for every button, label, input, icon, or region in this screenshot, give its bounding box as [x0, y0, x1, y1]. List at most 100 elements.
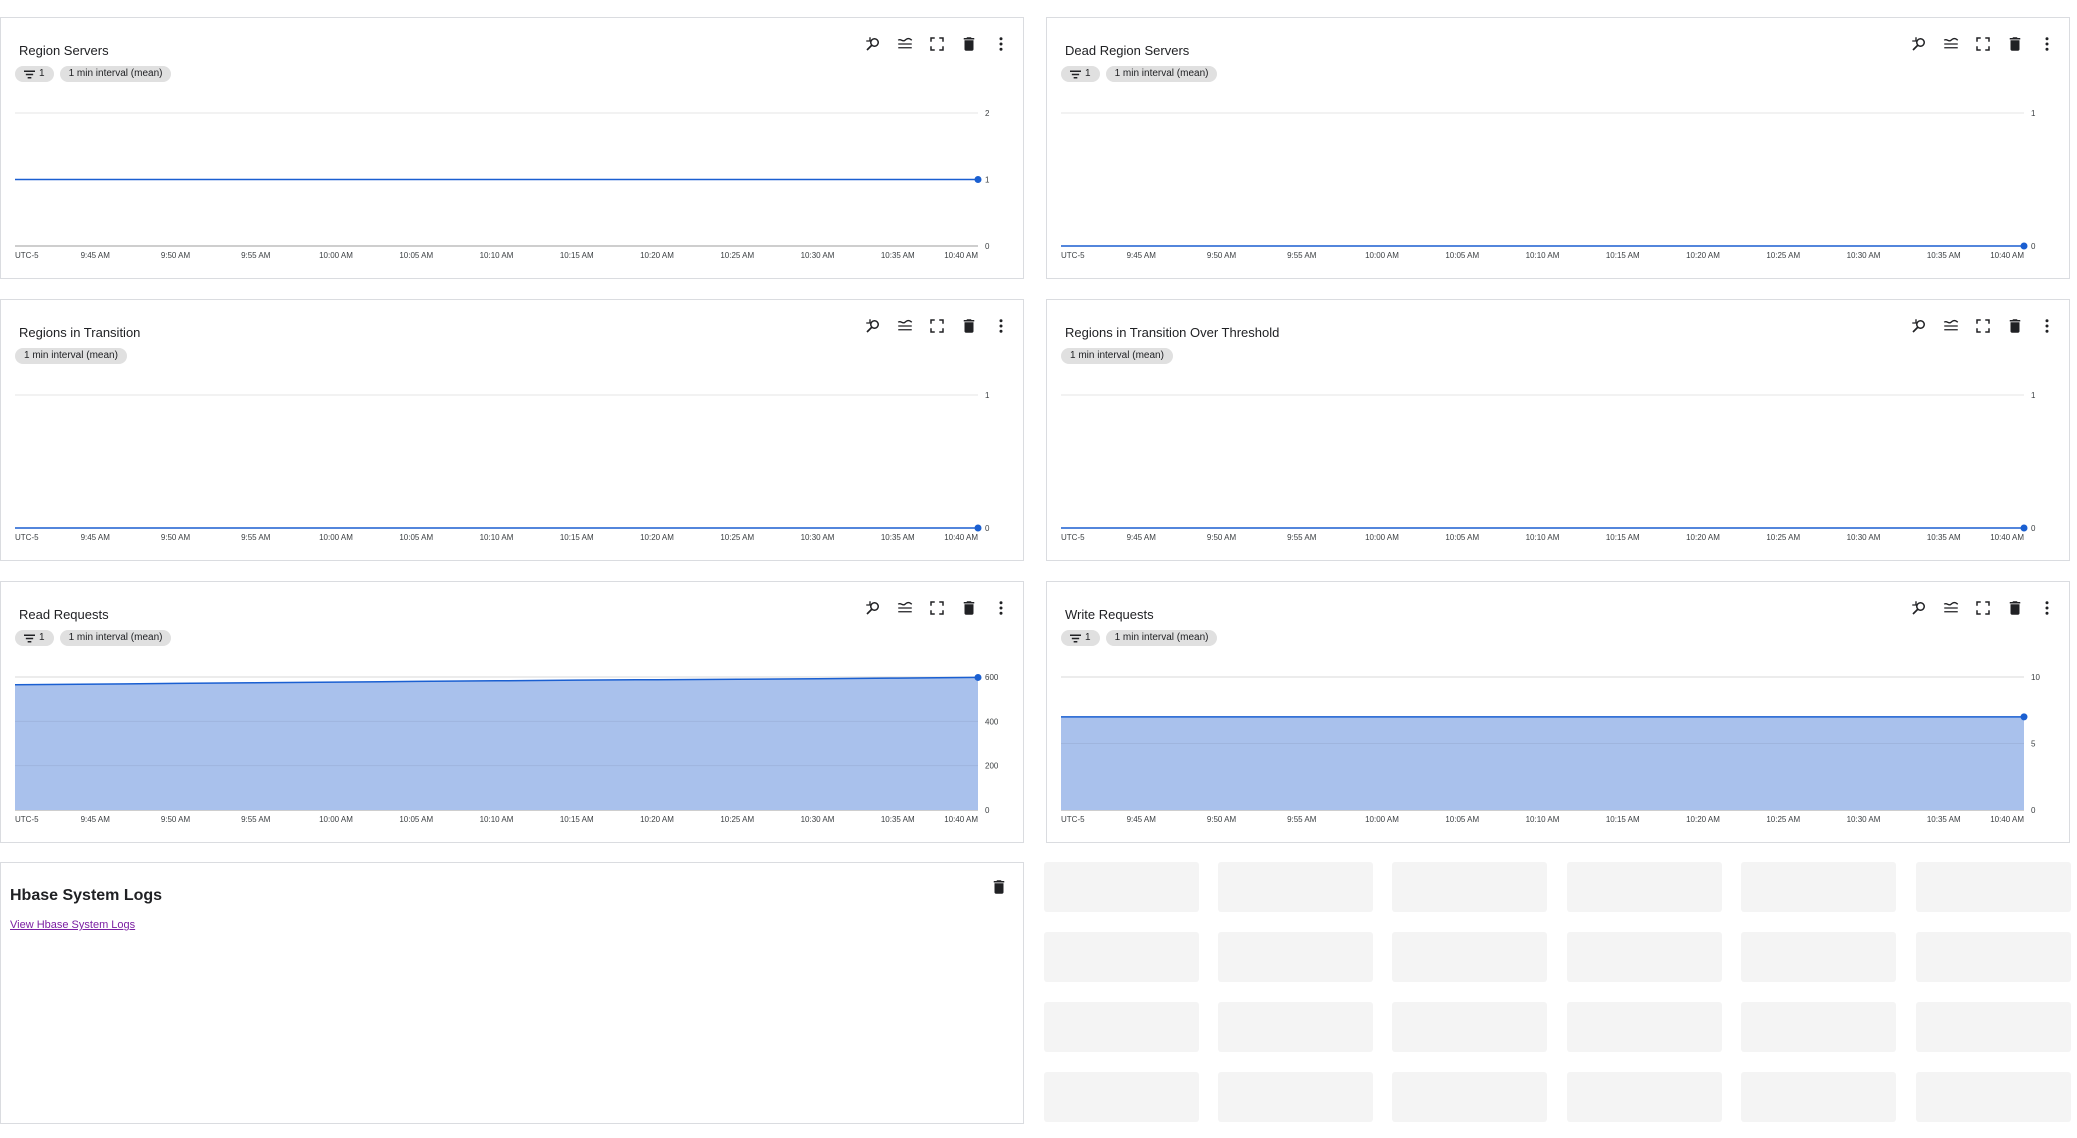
x-tick-label: 10:00 AM [319, 251, 353, 260]
x-tick-label: 10:00 AM [1365, 533, 1399, 542]
x-tick-label: 9:50 AM [161, 815, 191, 824]
x-tick-label: 9:55 AM [241, 533, 271, 542]
chart-card: Region Servers 1 1 min interval (mean) 0 1 2 U… [0, 17, 1024, 279]
x-tick-label: 10:15 AM [1606, 251, 1640, 260]
y-tick-label: 0 [985, 242, 990, 251]
x-tick-label: 10:10 AM [1526, 815, 1560, 824]
x-tick-label: 10:25 AM [720, 815, 754, 824]
x-tick-label: 10:05 AM [1445, 533, 1479, 542]
x-tick-label: 10:10 AM [1526, 533, 1560, 542]
latest-point [974, 673, 982, 681]
chart-plot[interactable]: 0 1 UTC-5 9:45 AM 9:50 AM 9:55 AM 10:00 AM 10:0… [1047, 18, 2071, 280]
x-tick-label: 10:15 AM [560, 251, 594, 260]
x-tick-label: 10:20 AM [640, 533, 674, 542]
x-tick-label: 10:35 AM [1927, 815, 1961, 824]
delete-icon[interactable] [987, 875, 1011, 899]
x-tick-label: 10:30 AM [1847, 251, 1881, 260]
skeleton-block [1567, 1002, 1722, 1052]
x-tick-label: 9:55 AM [1287, 815, 1317, 824]
x-tick-label: 9:50 AM [1207, 533, 1237, 542]
x-tick-label: 10:10 AM [1526, 251, 1560, 260]
x-tick-label: 9:55 AM [241, 815, 271, 824]
skeleton-block [1392, 862, 1547, 912]
latest-point [2020, 524, 2028, 532]
chart-plot[interactable]: 0 200 400 600 UTC-5 9:45 AM 9:50 AM 9:55 AM 10:0… [1, 582, 1025, 844]
x-tick-label: 10:35 AM [881, 533, 915, 542]
x-tick-label: 10:25 AM [720, 251, 754, 260]
skeleton-block [1567, 932, 1722, 982]
y-tick-label: 400 [985, 717, 999, 726]
latest-point [2020, 713, 2028, 721]
x-tick-label: 9:50 AM [161, 251, 191, 260]
chart-card: Dead Region Servers 1 1 min interval (mean… [1046, 17, 2070, 279]
skeleton-block [1916, 862, 2071, 912]
x-tick-label: 10:00 AM [1365, 251, 1399, 260]
skeleton-block [1741, 1072, 1896, 1122]
skeleton-block [1916, 1002, 2071, 1052]
chart-card: Write Requests 1 1 min interval (mean) 0 5 10… [1046, 581, 2070, 843]
chart-plot[interactable]: 0 1 UTC-5 9:45 AM 9:50 AM 9:55 AM 10:00 AM 10:0… [1, 300, 1025, 562]
x-tick-label: 9:55 AM [241, 251, 271, 260]
x-tick-label: 10:15 AM [560, 533, 594, 542]
x-tick-label: 10:40 AM [1990, 533, 2024, 542]
y-tick-label: 10 [2031, 673, 2040, 682]
y-tick-label: 1 [2031, 391, 2036, 400]
y-tick-label: 200 [985, 762, 999, 771]
chart-plot[interactable]: 0 1 UTC-5 9:45 AM 9:50 AM 9:55 AM 10:00 AM 10:0… [1047, 300, 2071, 562]
x-tick-label: 10:30 AM [801, 815, 835, 824]
x-tick-label: 10:30 AM [801, 533, 835, 542]
series-area [1061, 716, 2024, 810]
y-tick-label: 1 [985, 391, 990, 400]
skeleton-block [1044, 1002, 1199, 1052]
x-tick-label: 10:25 AM [1766, 533, 1800, 542]
x-tick-label: 10:35 AM [881, 251, 915, 260]
x-tick-label: 10:15 AM [1606, 815, 1640, 824]
x-tick-label: UTC-5 [1061, 815, 1085, 824]
skeleton-block [1567, 862, 1722, 912]
x-tick-label: 10:10 AM [480, 533, 514, 542]
skeleton-block [1044, 932, 1199, 982]
x-tick-label: 10:10 AM [480, 815, 514, 824]
chart-card: Regions in Transition 1 min interval (mea… [0, 299, 1024, 561]
x-tick-label: 10:25 AM [1766, 251, 1800, 260]
latest-point [974, 176, 982, 183]
skeleton-block [1392, 932, 1547, 982]
chart-plot[interactable]: 0 1 2 UTC-5 9:45 AM 9:50 AM 9:55 AM 10:00 AM 10:… [1, 18, 1025, 280]
x-tick-label: 10:30 AM [801, 251, 835, 260]
x-tick-label: 9:45 AM [81, 251, 111, 260]
chart-plot[interactable]: 0 5 10 UTC-5 9:45 AM 9:50 AM 9:55 AM 10:00 AM 10… [1047, 582, 2071, 844]
x-tick-label: UTC-5 [15, 815, 39, 824]
y-tick-label: 1 [985, 176, 990, 185]
x-tick-label: 10:40 AM [1990, 251, 2024, 260]
x-tick-label: 10:05 AM [1445, 251, 1479, 260]
chart-card: Regions in Transition Over Threshold 1 mi… [1046, 299, 2070, 561]
x-tick-label: 10:35 AM [1927, 533, 1961, 542]
x-tick-label: 10:40 AM [944, 533, 978, 542]
skeleton-block [1392, 1072, 1547, 1122]
x-tick-label: 10:10 AM [480, 251, 514, 260]
x-tick-label: 9:45 AM [81, 533, 111, 542]
x-tick-label: 10:20 AM [1686, 815, 1720, 824]
x-tick-label: 9:50 AM [1207, 251, 1237, 260]
skeleton-block [1218, 862, 1373, 912]
x-tick-label: 9:45 AM [1127, 533, 1157, 542]
x-tick-label: 10:15 AM [560, 815, 594, 824]
y-tick-label: 0 [985, 806, 990, 815]
skeleton-block [1218, 1002, 1373, 1052]
x-tick-label: 10:30 AM [1847, 815, 1881, 824]
x-tick-label: 9:45 AM [81, 815, 111, 824]
x-tick-label: 10:40 AM [1990, 815, 2024, 824]
x-tick-label: 10:25 AM [720, 533, 754, 542]
x-tick-label: 9:50 AM [1207, 815, 1237, 824]
x-tick-label: 10:20 AM [640, 815, 674, 824]
y-tick-label: 0 [2031, 242, 2036, 251]
x-tick-label: 10:35 AM [1927, 251, 1961, 260]
x-tick-label: 10:05 AM [399, 533, 433, 542]
y-tick-label: 2 [985, 109, 990, 118]
x-tick-label: 10:40 AM [944, 815, 978, 824]
x-tick-label: 10:40 AM [944, 251, 978, 260]
skeleton-block [1218, 1072, 1373, 1122]
y-tick-label: 1 [2031, 109, 2036, 118]
view-logs-link[interactable]: View Hbase System Logs [10, 919, 135, 931]
x-tick-label: UTC-5 [15, 251, 39, 260]
